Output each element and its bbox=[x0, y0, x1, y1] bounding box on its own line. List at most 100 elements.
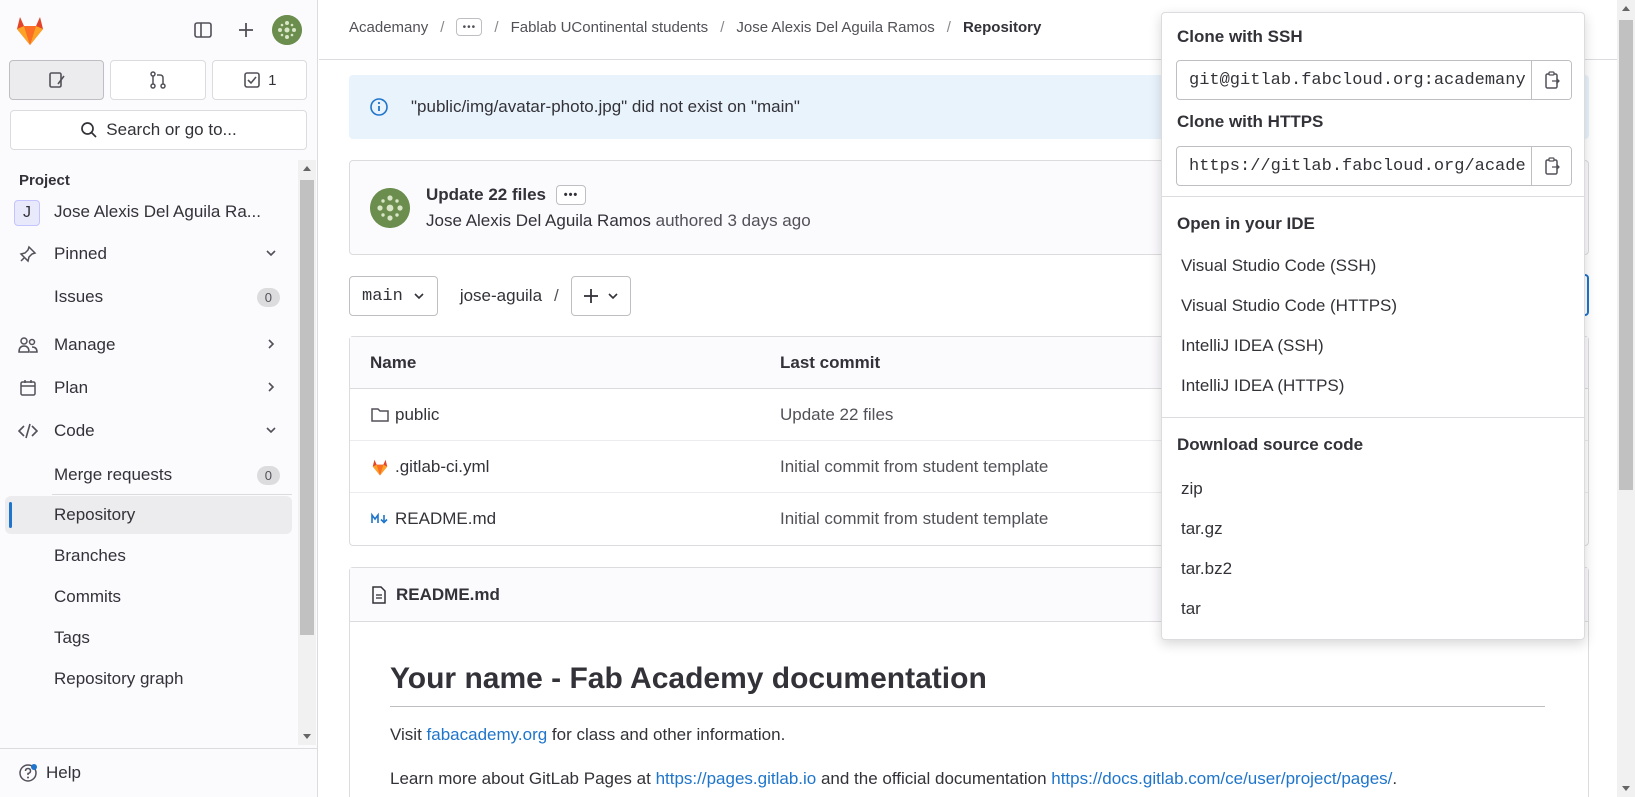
create-new-icon[interactable] bbox=[232, 16, 260, 44]
add-to-tree-button[interactable] bbox=[570, 276, 631, 316]
file-name-link[interactable]: public bbox=[395, 405, 439, 425]
todo-icon bbox=[47, 70, 67, 90]
merge-requests-count-badge: 0 bbox=[256, 466, 280, 485]
download-zip-item[interactable]: zip bbox=[1181, 479, 1203, 499]
page-scroll-thumb[interactable] bbox=[1619, 20, 1633, 490]
breadcrumb-more-button[interactable]: ••• bbox=[456, 18, 483, 36]
sidebar-item-manage[interactable]: Manage bbox=[5, 326, 292, 364]
search-button[interactable]: Search or go to... bbox=[10, 110, 307, 150]
sidebar-scrollbar[interactable] bbox=[298, 160, 316, 745]
markdown-icon bbox=[370, 509, 390, 529]
gitlab-logo-icon[interactable] bbox=[12, 12, 48, 48]
ide-intellij-ssh-item[interactable]: IntelliJ IDEA (SSH) bbox=[1181, 336, 1324, 356]
column-last-commit-header: Last commit bbox=[780, 353, 881, 372]
commit-description-toggle[interactable]: ••• bbox=[556, 185, 586, 205]
commit-meta: Jose Alexis Del Aguila Ramos authored 3 … bbox=[426, 211, 811, 231]
sidebar-item-code[interactable]: Code bbox=[5, 412, 292, 450]
fabacademy-link[interactable]: fabacademy.org bbox=[427, 725, 548, 744]
clone-https-url[interactable]: https://gitlab.fabcloud.org/academany/fa… bbox=[1189, 157, 1525, 176]
clone-ssh-field[interactable]: git@gitlab.fabcloud.org:academany/fabaca… bbox=[1176, 60, 1572, 100]
file-last-commit-link[interactable]: Initial commit from student template bbox=[780, 509, 1048, 529]
scroll-down-icon[interactable] bbox=[1621, 785, 1631, 793]
breadcrumb-item[interactable]: Fablab UContinental students bbox=[511, 19, 709, 36]
copy-ssh-button[interactable] bbox=[1531, 61, 1571, 99]
help-icon bbox=[18, 763, 38, 783]
sidebar-item-merge-requests[interactable]: Merge requests 0 bbox=[5, 456, 292, 494]
scroll-down-icon[interactable] bbox=[302, 733, 312, 741]
breadcrumb-item[interactable]: Academany bbox=[349, 19, 428, 36]
clone-ssh-url[interactable]: git@gitlab.fabcloud.org:academany/fabaca… bbox=[1189, 71, 1525, 90]
commit-time: 3 days ago bbox=[727, 211, 811, 230]
sidebar-item-label: Repository graph bbox=[54, 669, 184, 688]
file-name-link[interactable]: .gitlab-ci.yml bbox=[395, 457, 489, 477]
sidebar-item-plan[interactable]: Plan bbox=[5, 369, 292, 407]
commit-title-row: Update 22 files ••• bbox=[426, 185, 586, 205]
help-button[interactable]: Help bbox=[0, 748, 318, 797]
ide-vscode-ssh-item[interactable]: Visual Studio Code (SSH) bbox=[1181, 256, 1376, 276]
clone-https-field[interactable]: https://gitlab.fabcloud.org/academany/fa… bbox=[1176, 146, 1572, 186]
column-name-header: Name bbox=[370, 353, 417, 372]
open-in-ide-title: Open in your IDE bbox=[1177, 214, 1315, 233]
folder-icon bbox=[370, 405, 390, 425]
issues-button[interactable]: 1 bbox=[211, 60, 307, 100]
alert-text: "public/img/avatar-photo.jpg" did not ex… bbox=[411, 97, 800, 116]
file-last-commit-link[interactable]: Initial commit from student template bbox=[780, 457, 1048, 477]
merge-requests-button[interactable] bbox=[110, 60, 206, 100]
sidebar-item-branches[interactable]: Branches bbox=[5, 537, 292, 575]
todo-button[interactable] bbox=[9, 60, 105, 100]
sidebar-project-link[interactable]: J Jose Alexis Del Aguila Ra... bbox=[5, 193, 292, 231]
sidebar-item-tags[interactable]: Tags bbox=[5, 619, 292, 657]
clone-dropdown: Clone with SSH git@gitlab.fabcloud.org:a… bbox=[1161, 12, 1585, 640]
sidebar-item-label: Plan bbox=[54, 378, 89, 397]
sidebar-scroll-thumb[interactable] bbox=[300, 180, 314, 635]
readme-filename[interactable]: README.md bbox=[396, 585, 500, 605]
scroll-up-icon[interactable] bbox=[302, 164, 312, 172]
sidebar-header bbox=[0, 0, 318, 60]
gitlab-docs-link[interactable]: https://docs.gitlab.com/ce/user/project/… bbox=[1051, 769, 1392, 788]
copy-https-button[interactable] bbox=[1531, 147, 1571, 185]
sidebar-divider bbox=[52, 494, 292, 495]
repo-path-root[interactable]: jose-aguila bbox=[460, 286, 542, 306]
merge-request-icon bbox=[148, 70, 168, 90]
scroll-up-icon[interactable] bbox=[1621, 4, 1631, 12]
file-name-link[interactable]: README.md bbox=[395, 509, 496, 529]
commit-author-avatar[interactable] bbox=[370, 188, 410, 228]
download-tar-item[interactable]: tar bbox=[1181, 599, 1201, 619]
gitlab-pages-link[interactable]: https://pages.gitlab.io bbox=[656, 769, 817, 788]
page-scrollbar[interactable] bbox=[1617, 0, 1635, 797]
sidebar-item-pinned[interactable]: Pinned bbox=[5, 235, 292, 273]
ide-vscode-https-item[interactable]: Visual Studio Code (HTTPS) bbox=[1181, 296, 1397, 316]
chevron-down-icon bbox=[264, 246, 278, 260]
sidebar-item-repository-graph[interactable]: Repository graph bbox=[5, 660, 292, 698]
chevron-right-icon bbox=[264, 337, 278, 351]
commit-title-link[interactable]: Update 22 files bbox=[426, 185, 546, 205]
user-avatar[interactable] bbox=[272, 15, 302, 45]
clone-https-title: Clone with HTTPS bbox=[1177, 112, 1324, 131]
path-separator: / bbox=[554, 286, 559, 305]
dropdown-divider bbox=[1162, 196, 1584, 197]
file-text-icon bbox=[370, 585, 388, 605]
breadcrumb-item[interactable]: Jose Alexis Del Aguila Ramos bbox=[736, 19, 934, 36]
sidebar-item-label: Merge requests bbox=[54, 465, 173, 484]
download-tarbz2-item[interactable]: tar.bz2 bbox=[1181, 559, 1232, 579]
readme-paragraph: Learn more about GitLab Pages at https:/… bbox=[390, 769, 1397, 789]
ide-intellij-https-item[interactable]: IntelliJ IDEA (HTTPS) bbox=[1181, 376, 1344, 396]
file-last-commit-link[interactable]: Update 22 files bbox=[780, 405, 893, 425]
sidebar-item-commits[interactable]: Commits bbox=[5, 578, 292, 616]
dropdown-divider bbox=[1162, 417, 1584, 418]
manage-icon bbox=[18, 335, 38, 355]
sidebar-item-label: Manage bbox=[54, 335, 116, 354]
toggle-sidebar-icon[interactable] bbox=[189, 16, 217, 44]
copy-clipboard-icon bbox=[1543, 70, 1561, 90]
breadcrumb-current[interactable]: Repository bbox=[963, 19, 1041, 36]
sidebar-item-issues[interactable]: Issues 0 bbox=[5, 278, 292, 316]
download-targz-item[interactable]: tar.gz bbox=[1181, 519, 1223, 539]
issues-check-icon bbox=[242, 70, 262, 90]
commit-author-link[interactable]: Jose Alexis Del Aguila Ramos bbox=[426, 211, 651, 230]
download-source-title: Download source code bbox=[1177, 435, 1364, 454]
repo-toolbar: main jose-aguila / bbox=[349, 276, 631, 316]
text: Learn more about GitLab Pages at bbox=[390, 769, 656, 788]
sidebar-item-repository[interactable]: Repository bbox=[5, 496, 292, 534]
branch-selector[interactable]: main bbox=[349, 276, 438, 316]
readme-heading: Your name - Fab Academy documentation bbox=[390, 662, 1545, 707]
